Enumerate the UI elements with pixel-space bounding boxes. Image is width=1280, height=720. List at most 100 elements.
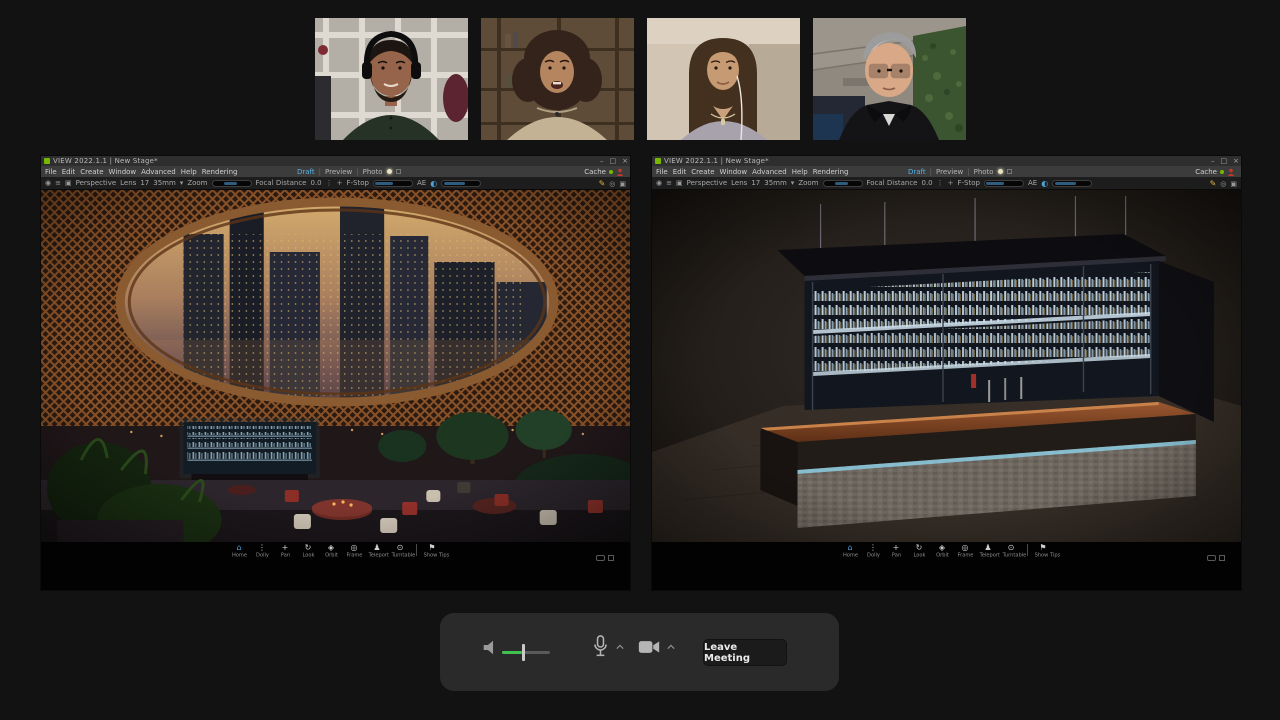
exposure-slider[interactable]: [1052, 180, 1092, 187]
move-icon[interactable]: +: [948, 179, 954, 187]
fstop-slider[interactable]: [373, 180, 413, 187]
nav-turntable[interactable]: ⊙ Turntable: [390, 543, 411, 559]
ae-toggle-icon[interactable]: ◐: [1041, 179, 1048, 188]
viewport-1[interactable]: ⌂ Home ⋮ Dolly + Pan ↻ Look ◈ Orbit: [41, 190, 630, 590]
viewport-render-bar[interactable]: [652, 190, 1241, 542]
waypoint-pin-icon[interactable]: ◎: [1220, 180, 1226, 188]
menu-window[interactable]: Window: [720, 168, 748, 176]
nav-show-tips[interactable]: ⚑ Show Tips: [422, 543, 443, 559]
user-icon[interactable]: [616, 168, 624, 176]
ae-toggle-icon[interactable]: ◐: [430, 179, 437, 188]
viewport-2[interactable]: ⌂ Home ⋮ Dolly + Pan ↻ Look ◈ Orbit: [652, 190, 1241, 590]
title-bar[interactable]: VIEW 2022.1.1 | New Stage* – □ ×: [652, 156, 1241, 166]
markup-pen-icon[interactable]: ✎: [599, 179, 606, 188]
nav-frame[interactable]: ◎ Frame: [955, 543, 976, 559]
maximize-button[interactable]: □: [1221, 156, 1228, 166]
menu-list-icon[interactable]: ≡: [666, 179, 672, 187]
mic-options-chevron-icon[interactable]: [616, 643, 624, 651]
waypoint-pin-icon[interactable]: ◎: [609, 180, 615, 188]
participant-video-1[interactable]: [315, 18, 468, 140]
nav-home[interactable]: ⌂ Home: [229, 543, 250, 559]
markup-pen-icon[interactable]: ✎: [1210, 179, 1217, 188]
lens-value[interactable]: 17: [140, 179, 149, 187]
nav-frame[interactable]: ◎ Frame: [344, 543, 365, 559]
minimize-button[interactable]: –: [600, 156, 604, 166]
dots-icon[interactable]: ⋮: [937, 179, 944, 187]
tab-draft[interactable]: Draft: [297, 168, 315, 176]
close-button[interactable]: ×: [622, 156, 628, 166]
menu-file[interactable]: File: [656, 168, 668, 176]
tab-photo[interactable]: Photo: [363, 168, 383, 176]
render-settings-icon[interactable]: [396, 169, 401, 174]
focal-distance-value[interactable]: 0.0: [921, 179, 932, 187]
volume-handle[interactable]: [522, 644, 525, 661]
nav-show-tips[interactable]: ⚑ Show Tips: [1033, 543, 1054, 559]
nav-teleport[interactable]: ♟ Teleport: [367, 543, 388, 559]
viewport-render-restaurant[interactable]: [41, 190, 630, 542]
fullscreen-icon[interactable]: [1219, 555, 1225, 561]
nav-orbit[interactable]: ◈ Orbit: [932, 543, 953, 559]
lens-value[interactable]: 17: [751, 179, 760, 187]
menu-create[interactable]: Create: [80, 168, 103, 176]
render-settings-icon[interactable]: [1007, 169, 1012, 174]
menu-edit[interactable]: Edit: [673, 168, 687, 176]
tab-photo[interactable]: Photo: [974, 168, 994, 176]
zoom-slider[interactable]: [823, 180, 863, 187]
camera-selector[interactable]: Perspective: [687, 179, 728, 187]
microphone-icon[interactable]: [592, 635, 609, 659]
user-icon[interactable]: [1227, 168, 1235, 176]
zoom-slider[interactable]: [212, 180, 252, 187]
nav-home[interactable]: ⌂ Home: [840, 543, 861, 559]
nav-orbit[interactable]: ◈ Orbit: [321, 543, 342, 559]
notification-toast-icon[interactable]: [596, 555, 605, 561]
volume-slider[interactable]: [502, 651, 550, 654]
menu-edit[interactable]: Edit: [62, 168, 76, 176]
nav-look[interactable]: ↻ Look: [909, 543, 930, 559]
camera-icon[interactable]: ▣: [65, 179, 72, 187]
camera-video-icon[interactable]: [638, 639, 660, 655]
chevron-down-icon[interactable]: ▾: [791, 179, 795, 187]
lightbulb-icon[interactable]: [387, 169, 392, 174]
leave-meeting-button[interactable]: Leave Meeting: [703, 639, 787, 666]
camera-icon[interactable]: ▣: [676, 179, 683, 187]
notification-toast-icon[interactable]: [1207, 555, 1216, 561]
capture-icon[interactable]: ▣: [1230, 180, 1237, 188]
minimize-button[interactable]: –: [1211, 156, 1215, 166]
visibility-icon[interactable]: ◉: [656, 179, 662, 187]
capture-icon[interactable]: ▣: [619, 180, 626, 188]
camera-selector[interactable]: Perspective: [76, 179, 117, 187]
menu-window[interactable]: Window: [109, 168, 137, 176]
participant-video-4[interactable]: [813, 18, 966, 140]
menu-advanced[interactable]: Advanced: [752, 168, 787, 176]
focal-distance-value[interactable]: 0.0: [310, 179, 321, 187]
nav-look[interactable]: ↻ Look: [298, 543, 319, 559]
exposure-slider[interactable]: [441, 180, 481, 187]
menu-advanced[interactable]: Advanced: [141, 168, 176, 176]
tab-preview[interactable]: Preview: [325, 168, 352, 176]
maximize-button[interactable]: □: [610, 156, 617, 166]
nav-dolly[interactable]: ⋮ Dolly: [252, 543, 273, 559]
participant-video-2[interactable]: [481, 18, 634, 140]
tab-preview[interactable]: Preview: [936, 168, 963, 176]
menu-list-icon[interactable]: ≡: [55, 179, 61, 187]
nav-pan[interactable]: + Pan: [886, 543, 907, 559]
nav-turntable[interactable]: ⊙ Turntable: [1001, 543, 1022, 559]
chevron-down-icon[interactable]: ▾: [180, 179, 184, 187]
close-button[interactable]: ×: [1233, 156, 1239, 166]
menu-file[interactable]: File: [45, 168, 57, 176]
lens-mm-value[interactable]: 35mm: [153, 179, 176, 187]
lightbulb-icon[interactable]: [998, 169, 1003, 174]
participant-video-3[interactable]: [647, 18, 800, 140]
tab-draft[interactable]: Draft: [908, 168, 926, 176]
menu-rendering[interactable]: Rendering: [202, 168, 238, 176]
nav-dolly[interactable]: ⋮ Dolly: [863, 543, 884, 559]
nav-teleport[interactable]: ♟ Teleport: [978, 543, 999, 559]
menu-help[interactable]: Help: [792, 168, 808, 176]
menu-help[interactable]: Help: [181, 168, 197, 176]
visibility-icon[interactable]: ◉: [45, 179, 51, 187]
title-bar[interactable]: VIEW 2022.1.1 | New Stage* – □ ×: [41, 156, 630, 166]
camera-options-chevron-icon[interactable]: [667, 643, 675, 651]
nav-pan[interactable]: + Pan: [275, 543, 296, 559]
move-icon[interactable]: +: [337, 179, 343, 187]
menu-create[interactable]: Create: [691, 168, 714, 176]
